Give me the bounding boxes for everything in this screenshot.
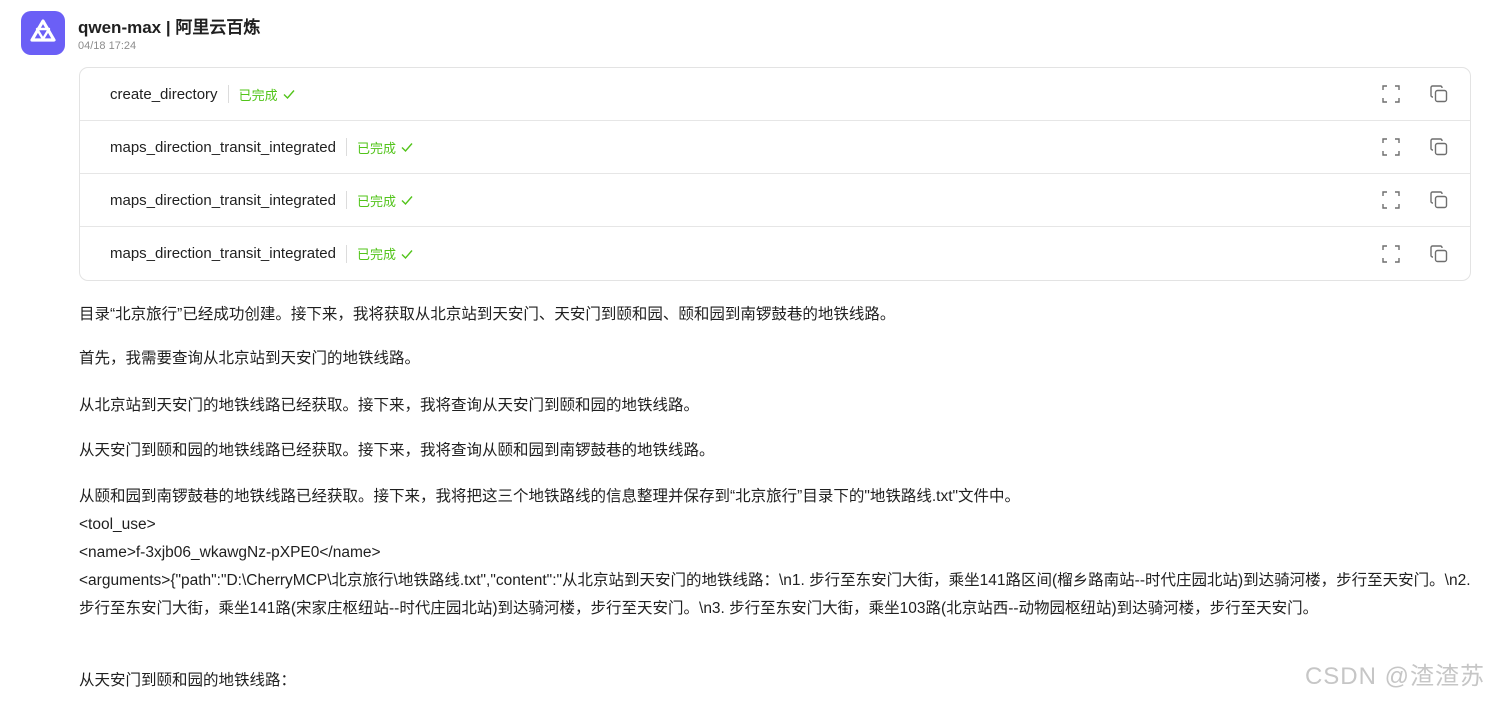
- tool-call-name: maps_direction_transit_integrated: [110, 191, 336, 209]
- status-label: 已完成: [238, 87, 278, 103]
- check-icon: [401, 249, 413, 259]
- message-paragraph: 首先，我需要查询从北京站到天安门的地铁线路。: [79, 350, 421, 367]
- message-paragraph: <tool_use>: [79, 516, 156, 533]
- watermark: CSDN @渣渣苏: [1304, 663, 1485, 690]
- message-paragraph: 目录“北京旅行”已经成功创建。接下来，我将获取从北京站到天安门、天安门到颐和园、…: [79, 306, 896, 323]
- status-badge: 已完成: [239, 85, 296, 104]
- message-timestamp: 04/18 17:24: [78, 40, 137, 52]
- divider: [227, 85, 229, 103]
- status-label: 已完成: [356, 140, 396, 156]
- qwen-logo-icon: [30, 19, 56, 42]
- message-paragraph: 从天安门到颐和园的地铁线路：: [79, 672, 297, 689]
- divider: [345, 191, 347, 209]
- message-paragraph: 从天安门到颐和园的地铁线路已经获取。接下来，我将查询从颐和园到南锣鼓巷的地铁线路…: [79, 442, 715, 459]
- tool-call-name: create_directory: [110, 85, 218, 103]
- tool-call-row[interactable]: maps_direction_transit_integrated 已完成: [80, 227, 1470, 280]
- tool-call-row[interactable]: maps_direction_transit_integrated 已完成: [80, 121, 1470, 174]
- status-badge: 已完成: [357, 138, 414, 157]
- tool-call-row[interactable]: create_directory 已完成: [80, 68, 1470, 121]
- model-name: qwen-max | 阿里云百炼: [78, 18, 261, 37]
- status-badge: 已完成: [357, 191, 414, 210]
- copy-icon[interactable]: [1428, 243, 1450, 265]
- status-label: 已完成: [356, 247, 396, 262]
- copy-icon[interactable]: [1428, 136, 1450, 158]
- status-label: 已完成: [356, 193, 396, 209]
- message-paragraph: <name>f-3xjb06_wkawgNz-pXPE0</name>: [79, 544, 381, 561]
- copy-icon[interactable]: [1428, 83, 1450, 105]
- message-paragraph: 从颐和园到南锣鼓巷的地铁线路已经获取。接下来，我将把这三个地铁路线的信息整理并保…: [79, 488, 1021, 505]
- check-icon: [283, 90, 295, 100]
- expand-icon[interactable]: [1380, 243, 1402, 265]
- check-icon: [401, 143, 413, 153]
- avatar: [21, 11, 65, 55]
- message-paragraph: 从北京站到天安门的地铁线路已经获取。接下来，我将查询从天安门到颐和园的地铁线路。: [79, 397, 700, 414]
- expand-icon[interactable]: [1380, 136, 1402, 158]
- check-icon: [401, 196, 413, 206]
- expand-icon[interactable]: [1380, 83, 1402, 105]
- tool-call-name: maps_direction_transit_integrated: [110, 245, 336, 262]
- tool-calls-panel: create_directory 已完成 maps_direction_tran…: [79, 67, 1471, 281]
- tool-call-name: maps_direction_transit_integrated: [110, 138, 336, 156]
- tool-call-row[interactable]: maps_direction_transit_integrated 已完成: [80, 174, 1470, 227]
- status-badge: 已完成: [357, 244, 414, 263]
- divider: [345, 138, 347, 156]
- message-paragraph: <arguments>{"path":"D:\CherryMCP\北京旅行\地铁…: [79, 572, 1475, 617]
- expand-icon[interactable]: [1380, 189, 1402, 211]
- copy-icon[interactable]: [1428, 189, 1450, 211]
- divider: [345, 244, 347, 263]
